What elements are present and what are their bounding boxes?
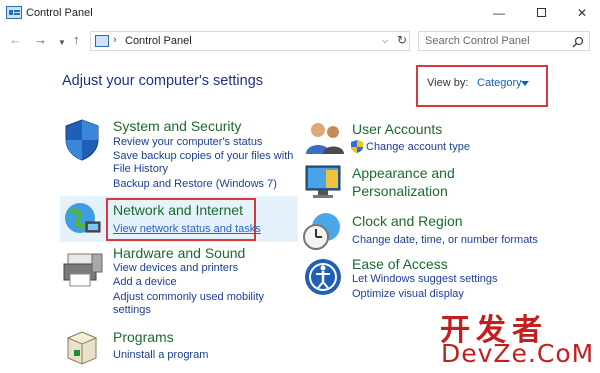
- shield-icon[interactable]: [62, 118, 102, 162]
- close-button[interactable]: ✕: [565, 0, 599, 26]
- up-arrow-icon[interactable]: ↑: [73, 32, 80, 48]
- back-arrow-icon[interactable]: ←: [9, 32, 22, 48]
- clock-globe-icon[interactable]: [302, 211, 346, 253]
- programs-title[interactable]: Programs: [113, 329, 174, 345]
- programs-box-icon[interactable]: [64, 326, 100, 366]
- ease-of-access-title[interactable]: Ease of Access: [352, 256, 448, 272]
- users-link-0[interactable]: Change account type: [366, 141, 470, 153]
- navigation-bar: ← → ▼ ↑ › Control Panel ⌵ ↻ Search Contr…: [0, 29, 600, 53]
- programs-link-0[interactable]: Uninstall a program: [113, 349, 208, 361]
- minimize-button[interactable]: —: [482, 0, 516, 26]
- network-globe-icon[interactable]: [62, 198, 102, 240]
- ease-link-1[interactable]: Optimize visual display: [352, 288, 464, 300]
- system-link-1[interactable]: Save backup copies of your files with: [113, 150, 293, 162]
- users-icon[interactable]: [304, 120, 346, 156]
- refresh-icon[interactable]: ↻: [397, 33, 407, 47]
- chevron-down-icon[interactable]: ⌵: [382, 36, 388, 46]
- search-placeholder: Search Control Panel: [425, 35, 530, 47]
- view-by-label: View by:: [427, 77, 469, 89]
- window-title: Control Panel: [26, 7, 93, 19]
- network-link-0[interactable]: View network status and tasks: [113, 223, 261, 235]
- maximize-icon: [536, 8, 546, 17]
- printer-icon[interactable]: [62, 248, 104, 290]
- address-bar[interactable]: › Control Panel ⌵ ↻: [90, 31, 410, 51]
- hardware-link-3[interactable]: settings: [113, 304, 151, 316]
- clock-region-title[interactable]: Clock and Region: [352, 213, 463, 229]
- breadcrumb[interactable]: Control Panel: [125, 35, 192, 47]
- network-internet-title[interactable]: Network and Internet: [113, 202, 243, 218]
- control-panel-icon: [6, 6, 22, 19]
- appearance-title-line1[interactable]: Appearance and: [352, 165, 455, 181]
- system-link-2[interactable]: File History: [113, 163, 168, 175]
- appearance-title-line2[interactable]: Personalization: [352, 183, 448, 199]
- uac-shield-icon: [351, 140, 363, 153]
- user-accounts-title[interactable]: User Accounts: [352, 121, 442, 137]
- dropdown-caret-icon[interactable]: [521, 81, 529, 86]
- title-bar: Control Panel — ✕: [0, 0, 600, 26]
- system-link-0[interactable]: Review your computer's status: [113, 136, 262, 148]
- control-panel-icon: [95, 35, 109, 47]
- search-icon[interactable]: [572, 36, 584, 48]
- hardware-link-1[interactable]: Add a device: [113, 276, 177, 288]
- appearance-monitor-icon[interactable]: [304, 162, 346, 202]
- clock-link-0[interactable]: Change date, time, or number formats: [352, 234, 538, 246]
- hardware-sound-title[interactable]: Hardware and Sound: [113, 245, 245, 261]
- view-by-dropdown[interactable]: Category: [477, 77, 522, 89]
- system-security-title[interactable]: System and Security: [113, 118, 241, 134]
- forward-arrow-icon[interactable]: →: [34, 32, 47, 48]
- maximize-button[interactable]: [524, 0, 558, 26]
- hardware-link-2[interactable]: Adjust commonly used mobility: [113, 291, 264, 303]
- watermark-site: DevZe.CoM: [441, 339, 595, 368]
- breadcrumb-separator-icon[interactable]: ›: [113, 34, 117, 46]
- page-title: Adjust your computer's settings: [62, 73, 264, 89]
- hardware-link-0[interactable]: View devices and printers: [113, 262, 238, 274]
- recent-locations-chevron-icon[interactable]: ▼: [58, 35, 66, 51]
- ease-of-access-icon[interactable]: [304, 258, 342, 296]
- search-input[interactable]: Search Control Panel: [418, 31, 590, 51]
- system-link-3[interactable]: Backup and Restore (Windows 7): [113, 178, 277, 190]
- ease-link-0[interactable]: Let Windows suggest settings: [352, 273, 498, 285]
